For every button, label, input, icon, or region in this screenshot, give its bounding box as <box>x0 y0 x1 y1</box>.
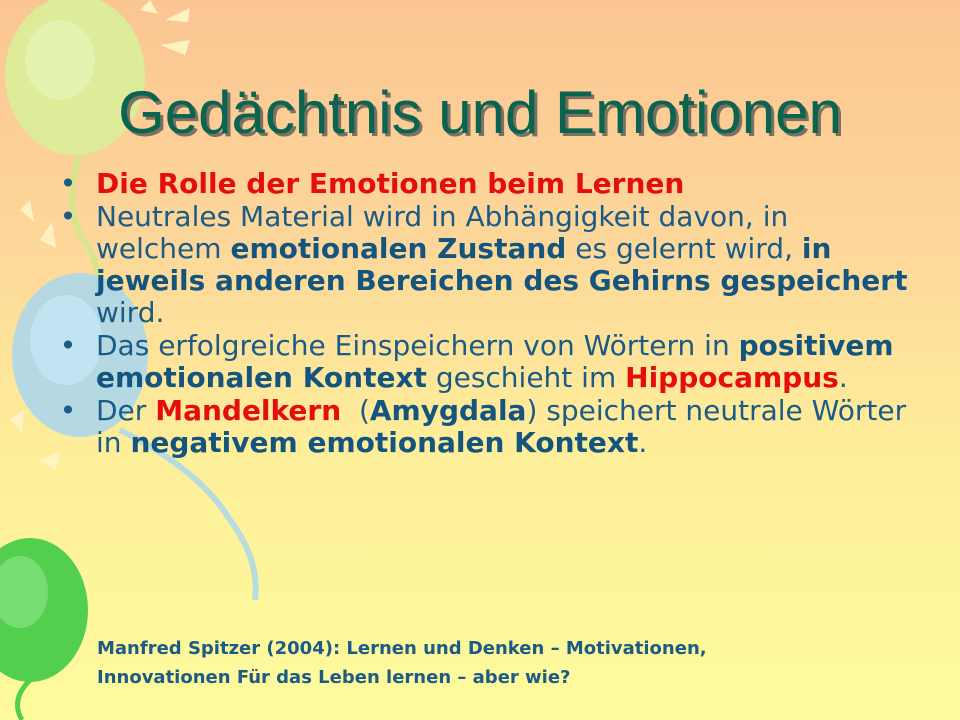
bullet-icon: • <box>59 167 77 200</box>
bullet-text: . <box>838 361 848 394</box>
bullet-text: wird. <box>96 296 165 329</box>
citation: Manfred Spitzer (2004): Lernen und Denke… <box>97 634 857 692</box>
slide-title: Gedächtnis und Emotionen <box>118 79 842 146</box>
bullet-text: geschieht im <box>426 361 626 394</box>
bullet-item: • Neutrales Material wird in Abhängigkei… <box>58 201 918 329</box>
citation-line: Manfred Spitzer (2004): Lernen und Denke… <box>97 638 707 659</box>
bullet-text-bold: negativem emotionalen Kontext <box>130 426 639 459</box>
bullet-icon: • <box>59 200 77 233</box>
bullet-item: • Das erfolgreiche Einspeichern von Wört… <box>58 330 918 394</box>
bullet-text-highlight: Hippocampus <box>625 361 839 394</box>
bullet-text: Das erfolgreiche Einspeichern von Wörter… <box>96 329 739 362</box>
bullet-text-highlight: Mandelkern <box>155 394 342 427</box>
bullet-text: Der <box>96 394 156 427</box>
bullet-text-bold: emotionalen Zustand <box>230 232 567 265</box>
balloon-green-icon <box>0 538 88 720</box>
bullet-text: ( <box>341 394 370 427</box>
bullet-icon: • <box>59 394 77 427</box>
bullet-text-heading: Die Rolle der Emotionen beim Lernen <box>96 167 685 200</box>
bullet-text: . <box>638 426 648 459</box>
bullet-text: es gelernt wird, <box>566 232 802 265</box>
bullet-item: • Die Rolle der Emotionen beim Lernen <box>58 168 918 200</box>
bullet-item: • Der Mandelkern (Amygdala) speichert ne… <box>58 395 918 459</box>
bullet-list: • Die Rolle der Emotionen beim Lernen • … <box>58 168 918 460</box>
bullet-text-bold: Amygdala <box>369 394 527 427</box>
bullet-icon: • <box>59 329 77 362</box>
citation-line: Innovationen Für das Leben lernen – aber… <box>97 667 571 688</box>
